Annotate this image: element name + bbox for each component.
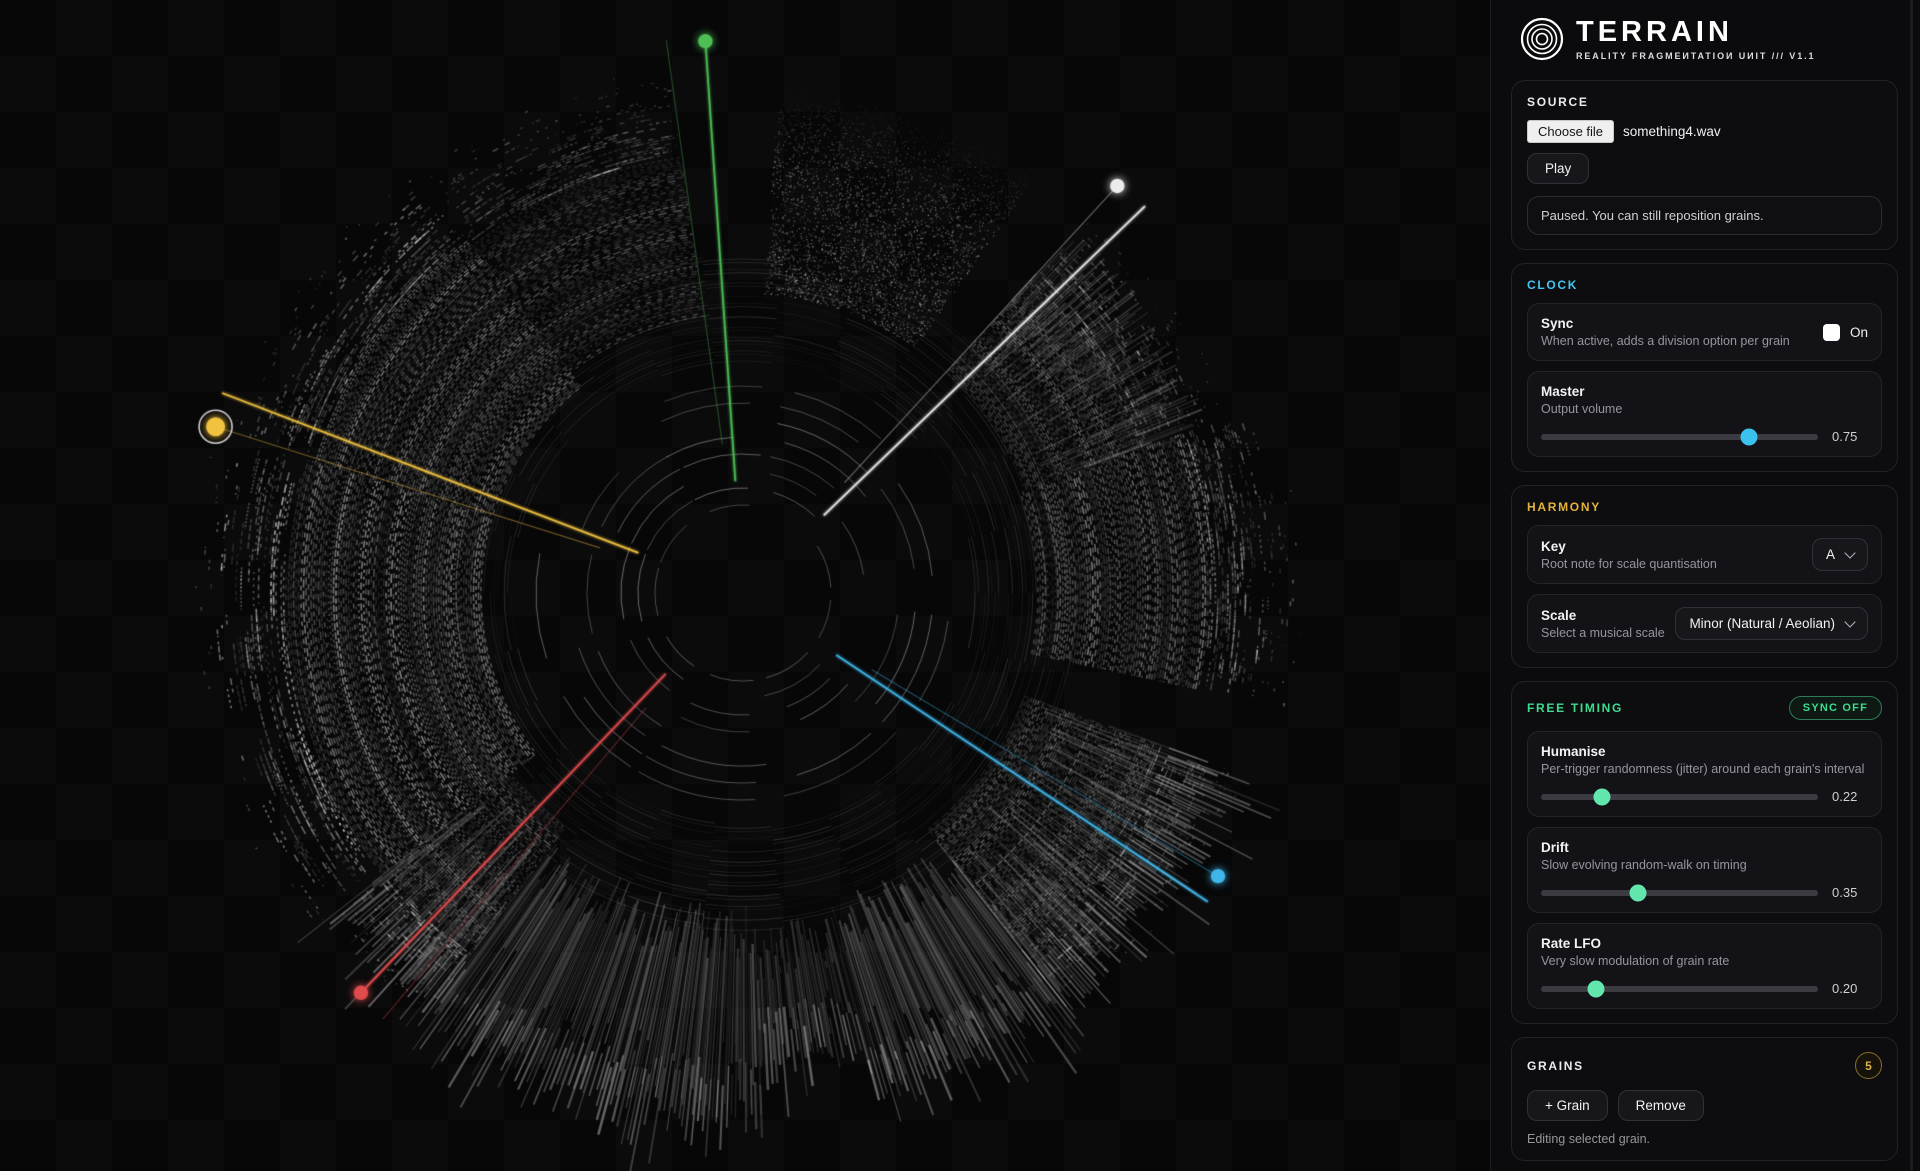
section-free-timing: FREE TIMING SYNC OFF Humanise Per-trigge…	[1511, 681, 1898, 1024]
master-label: Master	[1541, 384, 1868, 399]
scale-label: Scale	[1541, 608, 1665, 623]
source-title: SOURCE	[1527, 95, 1882, 109]
humanise-label: Humanise	[1541, 744, 1868, 759]
app-tagline: REALITY FRAGMEИTATIOИ UИIT /// V1.1	[1576, 51, 1815, 61]
key-description: Root note for scale quantisation	[1541, 557, 1717, 571]
humanise-value: 0.22	[1832, 789, 1868, 804]
key-select[interactable]: A	[1812, 538, 1868, 571]
remove-grain-button[interactable]: Remove	[1618, 1090, 1704, 1121]
section-clock: CLOCK Sync When active, adds a division …	[1511, 263, 1898, 472]
sync-checkbox[interactable]	[1823, 324, 1840, 341]
rate-lfo-slider[interactable]	[1541, 986, 1818, 992]
grain-visualization-area	[0, 0, 1490, 1171]
scale-card: Scale Select a musical scale Minor (Natu…	[1527, 594, 1882, 653]
master-card: Master Output volume 0.75	[1527, 371, 1882, 457]
chevron-down-icon	[1844, 547, 1855, 558]
scale-select[interactable]: Minor (Natural / Aeolian)	[1675, 607, 1868, 640]
rate-lfo-label: Rate LFO	[1541, 936, 1868, 951]
master-description: Output volume	[1541, 402, 1868, 416]
section-harmony: HARMONY Key Root note for scale quantisa…	[1511, 485, 1898, 668]
grain-visualization-canvas[interactable]	[0, 0, 1490, 1171]
sync-toggle-label: On	[1850, 325, 1868, 340]
humanise-slider[interactable]	[1541, 794, 1818, 800]
grains-title: GRAINS	[1527, 1059, 1584, 1073]
add-grain-button[interactable]: + Grain	[1527, 1090, 1608, 1121]
key-card: Key Root note for scale quantisation A	[1527, 525, 1882, 584]
app-title: TERRAIN	[1576, 18, 1815, 47]
playback-status: Paused. You can still reposition grains.	[1527, 196, 1882, 235]
key-select-value: A	[1826, 547, 1835, 562]
rate-lfo-card: Rate LFO Very slow modulation of grain r…	[1527, 923, 1882, 1009]
app-header: TERRAIN REALITY FRAGMEИTATIOИ UИIT /// V…	[1519, 16, 1898, 62]
control-panel: TERRAIN REALITY FRAGMEИTATIOИ UИIT /// V…	[1490, 0, 1920, 1171]
humanise-description: Per-trigger randomness (jitter) around e…	[1541, 762, 1868, 776]
master-volume-slider-thumb[interactable]	[1740, 428, 1757, 445]
humanise-card: Humanise Per-trigger randomness (jitter)…	[1527, 731, 1882, 817]
drift-slider[interactable]	[1541, 890, 1818, 896]
file-name: something4.wav	[1623, 124, 1721, 139]
sync-description: When active, adds a division option per …	[1541, 334, 1790, 348]
drift-card: Drift Slow evolving random-walk on timin…	[1527, 827, 1882, 913]
scale-select-value: Minor (Natural / Aeolian)	[1689, 616, 1835, 631]
grains-status: Editing selected grain.	[1527, 1132, 1882, 1146]
terrain-logo-icon	[1519, 16, 1565, 62]
drift-slider-thumb[interactable]	[1629, 884, 1646, 901]
drift-value: 0.35	[1832, 885, 1868, 900]
master-volume-value: 0.75	[1832, 429, 1868, 444]
section-source: SOURCE Choose file something4.wav Play P…	[1511, 80, 1898, 250]
key-label: Key	[1541, 539, 1717, 554]
harmony-title: HARMONY	[1527, 500, 1882, 514]
rate-lfo-value: 0.20	[1832, 981, 1868, 996]
rate-lfo-description: Very slow modulation of grain rate	[1541, 954, 1868, 968]
play-button[interactable]: Play	[1527, 153, 1589, 184]
free-timing-title: FREE TIMING	[1527, 701, 1623, 715]
scale-description: Select a musical scale	[1541, 626, 1665, 640]
sync-off-badge: SYNC OFF	[1789, 696, 1882, 720]
grain-count-badge: 5	[1855, 1052, 1882, 1079]
humanise-slider-thumb[interactable]	[1593, 788, 1610, 805]
section-grains: GRAINS 5 + Grain Remove Editing selected…	[1511, 1037, 1898, 1161]
master-volume-slider[interactable]	[1541, 434, 1818, 440]
drift-label: Drift	[1541, 840, 1868, 855]
rate-lfo-slider-thumb[interactable]	[1588, 980, 1605, 997]
clock-title: CLOCK	[1527, 278, 1882, 292]
sync-label: Sync	[1541, 316, 1790, 331]
choose-file-button[interactable]: Choose file	[1527, 120, 1614, 143]
sync-card: Sync When active, adds a division option…	[1527, 303, 1882, 361]
chevron-down-icon	[1844, 616, 1855, 627]
drift-description: Slow evolving random-walk on timing	[1541, 858, 1868, 872]
